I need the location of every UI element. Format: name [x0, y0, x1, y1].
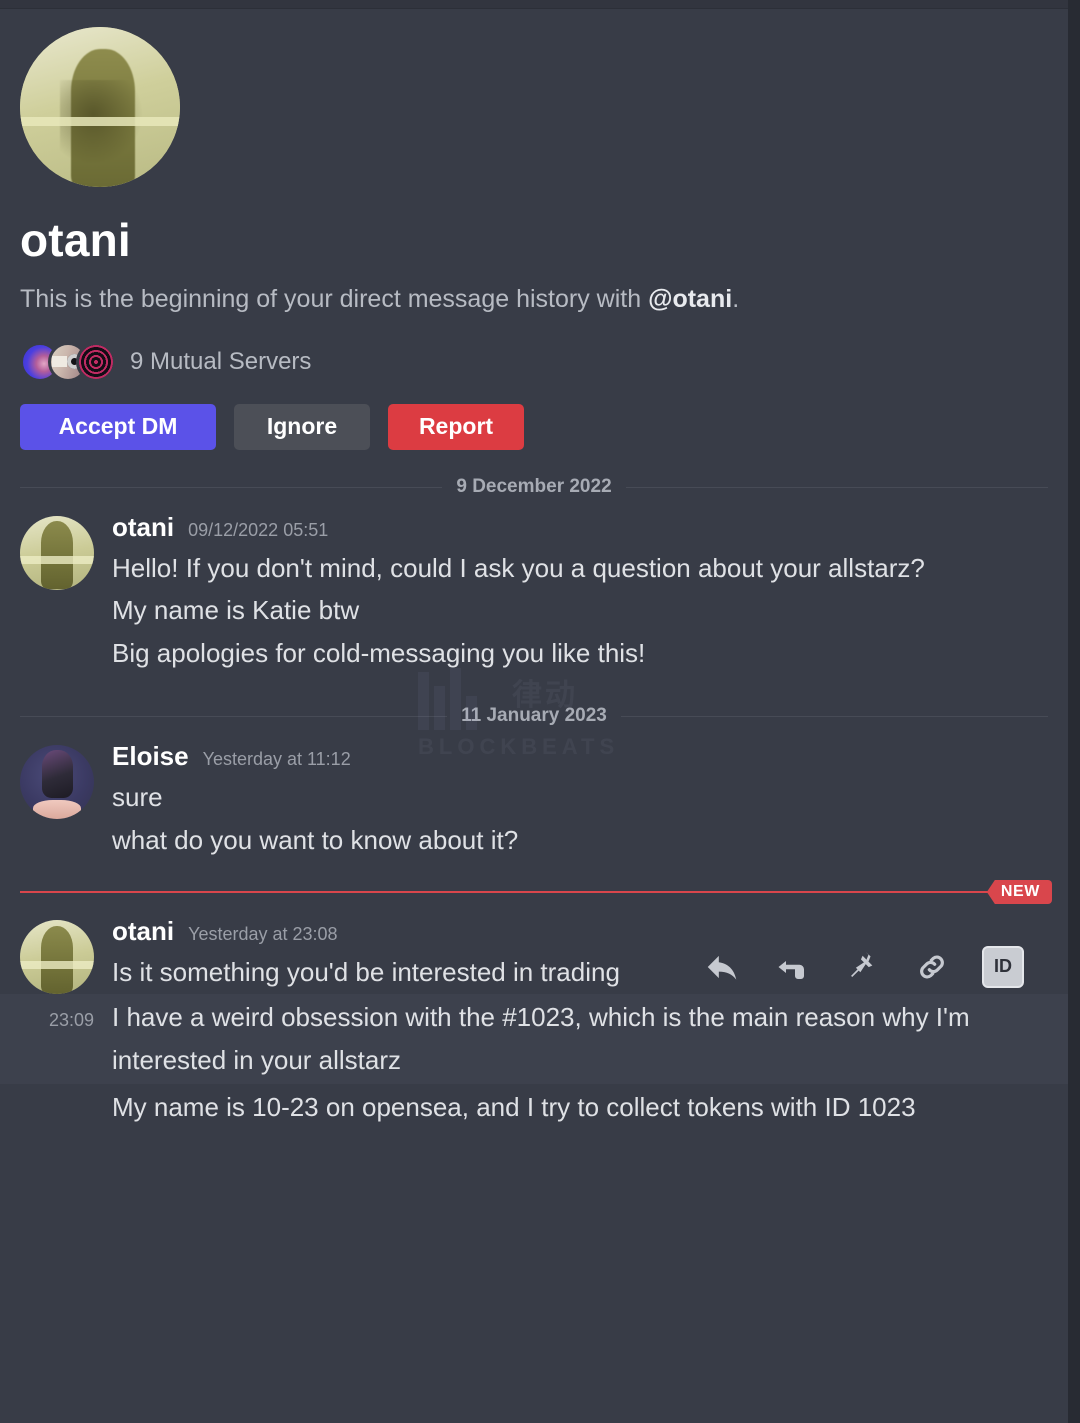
message-text: I have a weird obsession with the #1023,… — [112, 1001, 970, 1075]
message-author[interactable]: otani — [112, 512, 174, 543]
server-icon-3[interactable] — [76, 341, 116, 382]
marker-icon[interactable] — [772, 947, 812, 987]
message-text: My name is Katie btw — [112, 595, 360, 626]
message-row: My name is 10-23 on opensea, and I try t… — [0, 1084, 1068, 1131]
message-body: I have a weird obsession with the #1023,… — [94, 996, 1048, 1082]
dm-intro-prefix: This is the beginning of your direct mes… — [20, 285, 649, 313]
date-divider-label: 9 December 2022 — [442, 475, 626, 497]
window-top-edge — [0, 0, 1068, 9]
message-body: Eloise Yesterday at 11:12 sure what do y… — [94, 741, 1048, 862]
ignore-button[interactable]: Ignore — [234, 403, 370, 450]
dm-intro-suffix: . — [732, 285, 740, 313]
dm-request-actions: Accept DM Ignore Report — [20, 403, 1048, 450]
mutual-servers-label: 9 Mutual Servers — [130, 347, 312, 375]
date-divider-2: 11 January 2023 — [20, 705, 1048, 727]
message-text: Hello! If you don't mind, could I ask yo… — [112, 552, 925, 583]
accept-dm-button[interactable]: Accept DM — [20, 403, 216, 450]
message-gutter-timestamp: 23:09 — [48, 1009, 94, 1030]
copy-id-button[interactable]: ID — [982, 945, 1024, 988]
message-row-hovered: 23:09 I have a weird obsession with the … — [0, 993, 1068, 1084]
mutual-servers-row[interactable]: 9 Mutual Servers — [20, 341, 1048, 382]
message-timestamp: Yesterday at 11:12 — [202, 749, 351, 770]
message-group: otani 09/12/2022 05:51 Hello! If you don… — [0, 498, 1068, 676]
message-body: otani 09/12/2022 05:51 Hello! If you don… — [94, 512, 1048, 676]
pin-icon[interactable] — [842, 947, 882, 987]
message-gutter-spacer — [20, 1086, 94, 1129]
date-divider-1: 9 December 2022 — [20, 475, 1048, 498]
message-avatar[interactable] — [20, 515, 94, 590]
message-header: otani Yesterday at 23:08 — [112, 916, 1048, 947]
mutual-server-icons — [20, 341, 116, 382]
message-author[interactable]: Eloise — [112, 741, 189, 772]
message-avatar[interactable] — [20, 745, 94, 820]
date-divider-label: 11 January 2023 — [447, 705, 621, 727]
message-hover-toolbar: ID — [702, 945, 1024, 988]
message-group: otani Yesterday at 23:08 Is it something… — [0, 902, 1068, 994]
page-title: otani — [20, 214, 131, 266]
reply-icon[interactable] — [702, 947, 742, 987]
window-right-edge — [1068, 0, 1080, 1423]
message-author[interactable]: otani — [112, 916, 174, 947]
message-timestamp: 09/12/2022 05:51 — [188, 519, 329, 540]
message-text: sure — [112, 782, 163, 813]
dm-intro-mention[interactable]: @otani — [648, 285, 732, 313]
dm-intro-header: otani This is the beginning of your dire… — [0, 0, 1068, 450]
dm-intro-text: This is the beginning of your direct mes… — [20, 283, 1048, 316]
new-badge: NEW — [986, 879, 1052, 904]
unread-divider-line — [20, 890, 1048, 893]
message-header: Eloise Yesterday at 11:12 — [112, 741, 1048, 772]
message-text: My name is 10-23 on opensea, and I try t… — [112, 1091, 916, 1122]
link-icon[interactable] — [912, 947, 952, 987]
report-button[interactable]: Report — [388, 403, 524, 450]
message-text: what do you want to know about it? — [112, 825, 519, 856]
discord-dm-window: 律动 BLOCKBEATS otani This is the beginnin… — [0, 0, 1068, 1423]
message-text: Big apologies for cold-messaging you lik… — [112, 638, 646, 669]
message-timestamp: Yesterday at 23:08 — [188, 923, 338, 944]
message-header: otani 09/12/2022 05:51 — [112, 512, 1048, 543]
otani-profile-avatar[interactable] — [20, 27, 180, 187]
message-avatar[interactable] — [20, 919, 94, 994]
message-group: Eloise Yesterday at 11:12 sure what do y… — [0, 727, 1068, 862]
message-body: My name is 10-23 on opensea, and I try t… — [94, 1086, 1048, 1129]
avatar-stripe — [20, 116, 180, 126]
unread-messages-divider: NEW — [20, 879, 1052, 904]
